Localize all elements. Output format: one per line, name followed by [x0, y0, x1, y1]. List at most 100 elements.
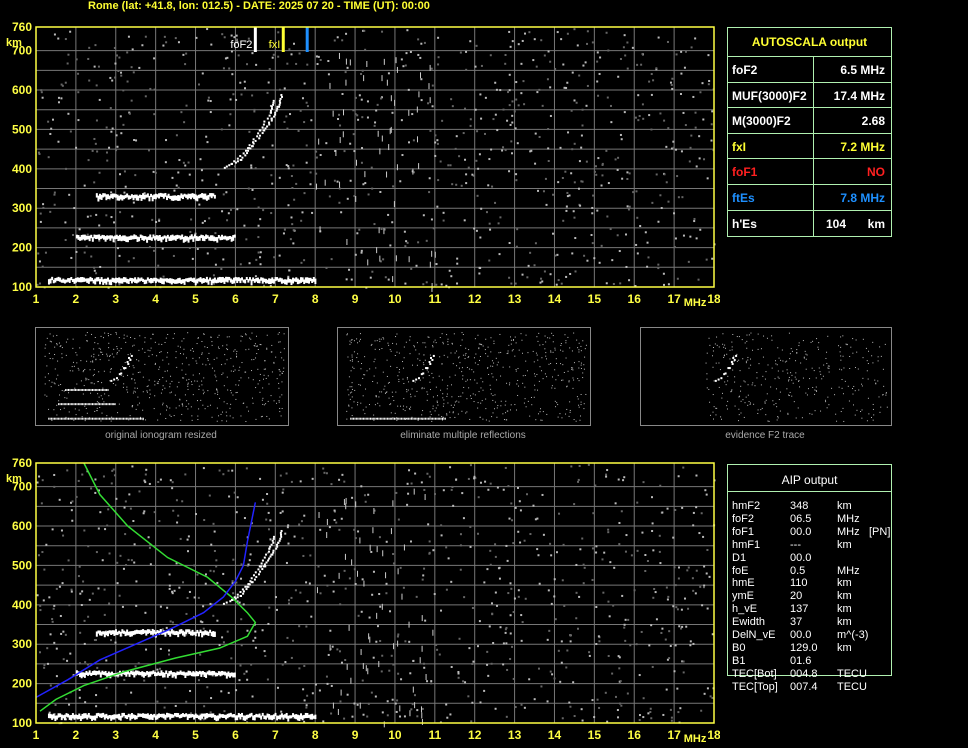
thumb-dot: [104, 332, 106, 334]
noise-dot: [543, 270, 546, 273]
noise-dot: [251, 94, 254, 97]
thumb-dot: [493, 343, 495, 345]
noise-dot: [366, 715, 369, 718]
thumb-dot: [84, 405, 86, 407]
x-tick-label: 8: [312, 728, 319, 742]
noise-dot: [509, 632, 512, 635]
thumb-dot: [346, 333, 348, 335]
thumb-dot: [819, 371, 821, 373]
noise-streak: [385, 572, 387, 579]
thumb-dot: [795, 378, 797, 380]
thumb-dot: [93, 369, 95, 371]
noise-dot: [703, 692, 706, 695]
noise-streak: [397, 568, 399, 575]
thumb-dot: [197, 337, 199, 339]
noise-streak: [329, 644, 331, 651]
noise-dot: [474, 65, 477, 68]
profile-curve: [35, 502, 257, 699]
noise-dot: [549, 86, 552, 89]
thumb-dot: [491, 360, 493, 362]
noise-dot: [420, 99, 423, 102]
thumb-dot: [815, 377, 817, 379]
noise-dot: [461, 492, 464, 495]
noise-dot: [250, 166, 253, 169]
noise-dot: [489, 549, 492, 552]
noise-dot: [440, 609, 443, 612]
noise-dot: [158, 219, 161, 222]
thumb-dot: [871, 355, 873, 357]
noise-dot: [578, 595, 581, 598]
thumb-dot: [260, 344, 262, 346]
noise-streak: [355, 501, 357, 508]
noise-dot: [410, 482, 413, 485]
thumb-dot: [230, 392, 232, 394]
thumb-dot: [185, 405, 187, 407]
thumb-dot: [800, 362, 802, 364]
thumb-dot: [749, 402, 751, 404]
thumb-dot: [877, 380, 879, 382]
noise-dot: [650, 717, 653, 720]
noise-dot: [58, 585, 61, 588]
noise-dot: [646, 241, 649, 244]
noise-dot: [491, 612, 494, 615]
thumb-dot: [824, 399, 826, 401]
thumb-dot: [492, 395, 494, 397]
noise-dot: [182, 53, 185, 56]
noise-dot: [89, 214, 92, 217]
thumb-dot: [422, 410, 424, 412]
noise-dot: [404, 64, 407, 67]
thumb-dot: [398, 368, 400, 370]
noise-dot: [607, 49, 610, 52]
thumb-dot: [238, 369, 240, 371]
noise-dot: [434, 134, 437, 137]
thumb-dot: [187, 388, 189, 390]
aip-name: B1: [732, 654, 746, 667]
noise-dot: [592, 194, 595, 197]
thumb-dot: [842, 355, 844, 357]
noise-streak: [412, 686, 414, 693]
noise-dot: [64, 633, 67, 636]
noise-dot: [194, 232, 197, 235]
noise-dot: [472, 660, 475, 663]
noise-dot: [665, 688, 668, 691]
thumb-trace-dot: [733, 358, 736, 361]
noise-dot: [680, 72, 683, 75]
autoscala-label: MUF(3000)F2: [732, 88, 807, 103]
thumb-dot: [362, 395, 364, 397]
noise-dot: [494, 591, 497, 594]
thumb-dot: [795, 417, 797, 419]
noise-dot: [43, 666, 46, 669]
thumb-dot: [872, 403, 874, 405]
noise-dot: [210, 697, 213, 700]
noise-dot: [40, 502, 43, 505]
thumb-dot: [166, 409, 168, 411]
thumb-dot: [563, 371, 565, 373]
thumb-dot: [725, 384, 727, 386]
noise-dot: [567, 131, 570, 134]
autoscala-label: h'Es: [732, 216, 757, 231]
thumb-trace-dot: [116, 377, 118, 380]
trace-dot: [270, 119, 273, 122]
aip-value: 007.4: [790, 680, 818, 693]
thumb-dot: [61, 353, 63, 355]
thumb-dot: [266, 348, 268, 350]
thumb-dot: [786, 388, 788, 390]
trace-dot: [267, 559, 270, 562]
noise-dot: [434, 154, 437, 157]
noise-dot: [222, 572, 225, 575]
noise-dot: [182, 581, 185, 584]
noise-dot: [232, 93, 235, 96]
noise-dot: [330, 483, 333, 486]
noise-dot: [543, 54, 546, 57]
noise-dot: [617, 478, 620, 481]
thumb-dot: [868, 350, 870, 352]
thumb-dot: [750, 332, 752, 334]
noise-dot: [231, 73, 234, 76]
noise-dot: [210, 43, 213, 46]
x-tick-label: 13: [508, 728, 522, 742]
thumb-dot: [187, 383, 189, 385]
thumb-dot: [353, 401, 355, 403]
noise-dot: [317, 565, 320, 568]
noise-dot: [507, 592, 510, 595]
thumb-dot: [126, 335, 128, 337]
